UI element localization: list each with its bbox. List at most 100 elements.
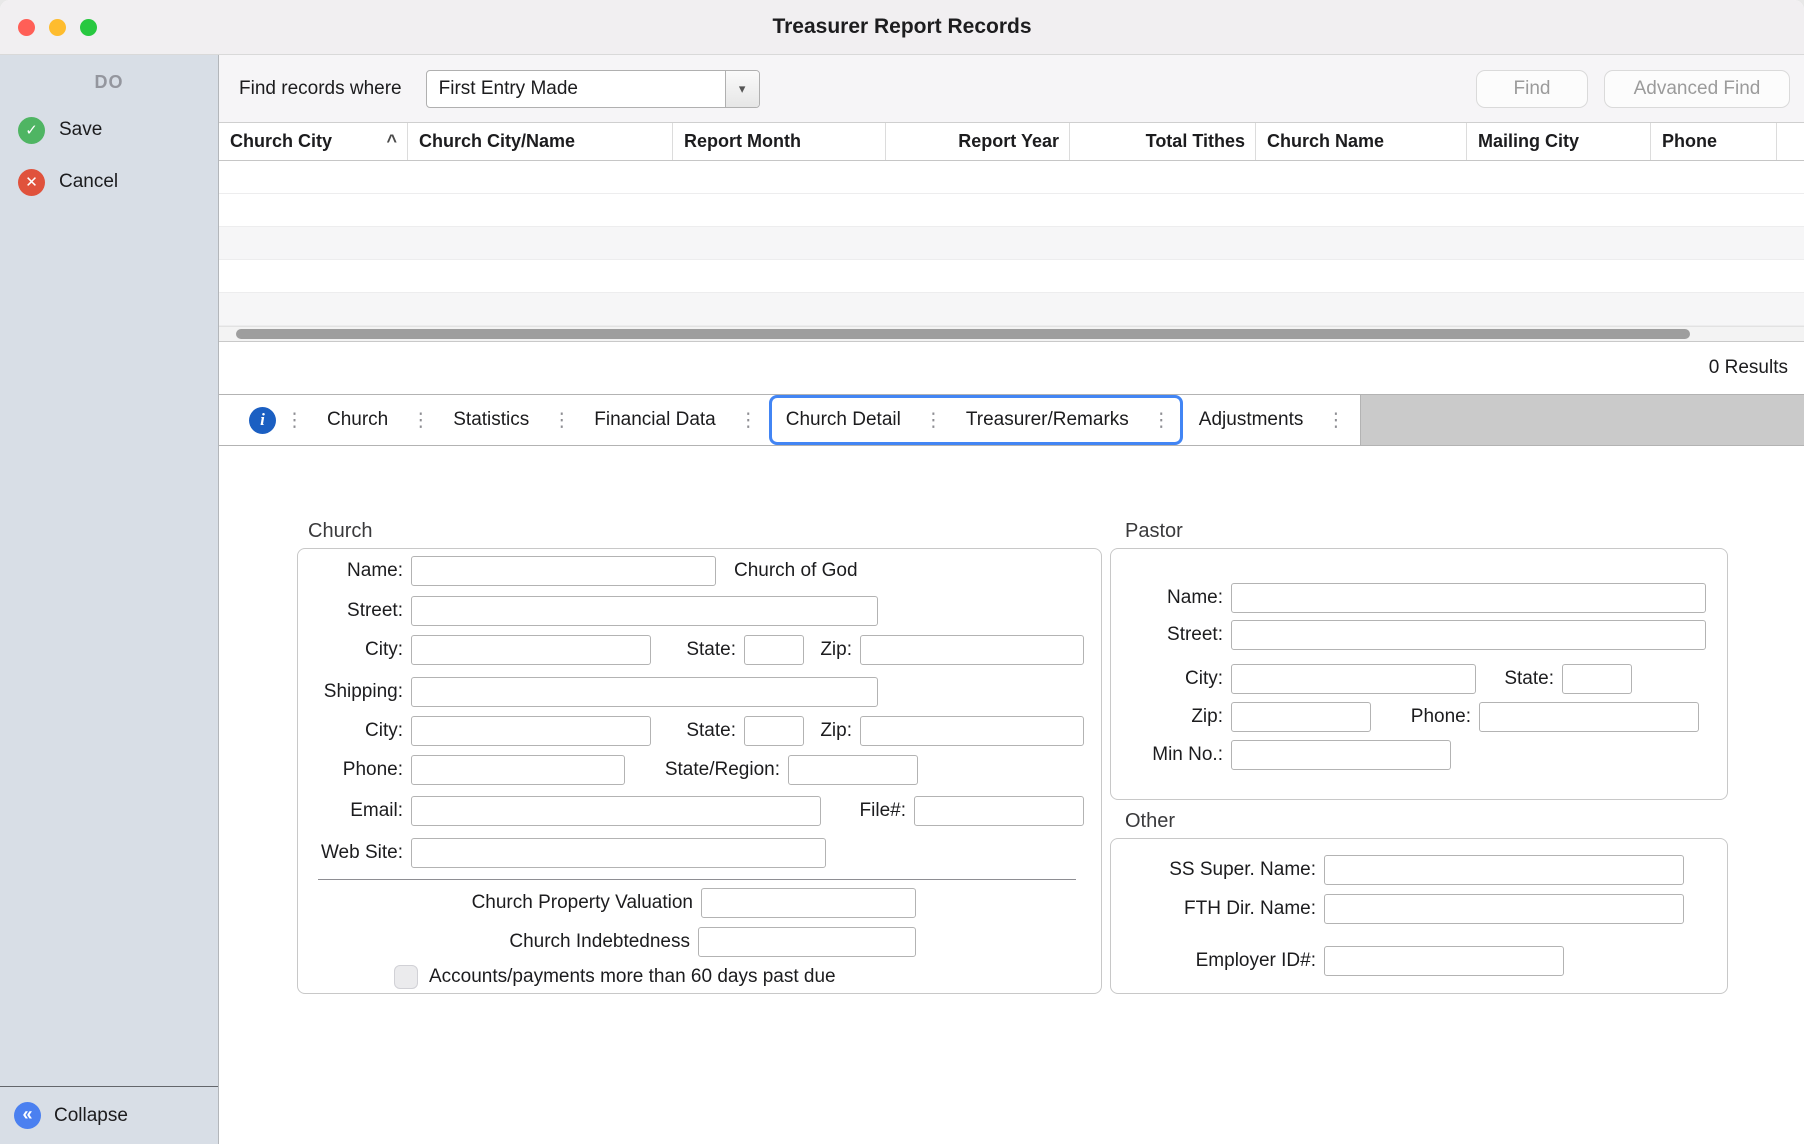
church-name-label: Name: bbox=[298, 560, 403, 582]
cancel-button[interactable]: ✕ Cancel bbox=[0, 167, 218, 197]
ss-super-name-label: SS Super. Name: bbox=[1111, 859, 1316, 881]
pastor-phone-input[interactable] bbox=[1479, 702, 1699, 732]
website-label: Web Site: bbox=[298, 842, 403, 864]
vertical-dots-icon: ⋮ bbox=[915, 409, 952, 432]
shipping-state-label: State: bbox=[651, 720, 736, 742]
pastor-city-label: City: bbox=[1111, 668, 1223, 690]
employer-id-input[interactable] bbox=[1324, 946, 1564, 976]
close-button[interactable] bbox=[18, 19, 35, 36]
file-number-label: File#: bbox=[821, 800, 906, 822]
vertical-dots-icon: ⋮ bbox=[1317, 409, 1354, 432]
file-number-input[interactable] bbox=[914, 796, 1084, 826]
horizontal-scrollbar[interactable] bbox=[219, 326, 1804, 342]
column-header-report-year[interactable]: Report Year bbox=[886, 123, 1070, 160]
shipping-city-input[interactable] bbox=[411, 716, 651, 746]
fth-dir-name-input[interactable] bbox=[1324, 894, 1684, 924]
church-name-input[interactable] bbox=[411, 556, 716, 586]
table-header: Church City ^ Church City/Name Report Mo… bbox=[219, 123, 1804, 161]
church-zip-input[interactable] bbox=[860, 635, 1084, 665]
pastor-state-label: State: bbox=[1476, 668, 1554, 690]
column-header-total-tithes[interactable]: Total Tithes bbox=[1070, 123, 1256, 160]
save-check-icon: ✓ bbox=[18, 117, 45, 144]
indebtedness-input[interactable] bbox=[698, 927, 916, 957]
vertical-dots-icon: ⋮ bbox=[402, 409, 439, 432]
tab-treasurer-remarks[interactable]: Treasurer/Remarks bbox=[952, 409, 1143, 431]
tab-bar-filler bbox=[1360, 395, 1804, 445]
sidebar-header: DO bbox=[0, 55, 218, 93]
column-header-mailing-city[interactable]: Mailing City bbox=[1467, 123, 1651, 160]
pastor-phone-label: Phone: bbox=[1371, 706, 1471, 728]
sort-ascending-icon: ^ bbox=[386, 131, 397, 152]
shipping-street-input[interactable] bbox=[411, 677, 878, 707]
column-header-filler bbox=[1777, 123, 1804, 160]
pastor-state-input[interactable] bbox=[1562, 664, 1632, 694]
shipping-zip-input[interactable] bbox=[860, 716, 1084, 746]
main-area: Find records where First Entry Made ▾ Fi… bbox=[219, 55, 1804, 1144]
collapse-chevrons-icon: « bbox=[14, 1102, 41, 1129]
church-email-label: Email: bbox=[298, 800, 403, 822]
shipping-label: Shipping: bbox=[298, 681, 403, 703]
table-row bbox=[219, 194, 1804, 227]
column-header-church-city-name[interactable]: Church City/Name bbox=[408, 123, 673, 160]
shipping-city-label: City: bbox=[298, 720, 403, 742]
church-email-input[interactable] bbox=[411, 796, 821, 826]
collapse-button[interactable]: « Collapse bbox=[0, 1087, 218, 1144]
pastor-name-label: Name: bbox=[1111, 587, 1223, 609]
chevron-down-icon: ▾ bbox=[725, 71, 759, 107]
church-of-god-text: Church of God bbox=[734, 560, 858, 582]
property-valuation-input[interactable] bbox=[701, 888, 916, 918]
tab-bar: i ⋮ Church ⋮ Statistics ⋮ Financial Data… bbox=[219, 394, 1804, 446]
tab-adjustments[interactable]: Adjustments bbox=[1185, 409, 1318, 431]
find-criteria-dropdown[interactable]: First Entry Made ▾ bbox=[426, 70, 760, 108]
table-row bbox=[219, 161, 1804, 194]
ss-super-name-input[interactable] bbox=[1324, 855, 1684, 885]
pastor-street-input[interactable] bbox=[1231, 620, 1706, 650]
column-header-church-name[interactable]: Church Name bbox=[1256, 123, 1467, 160]
table-row bbox=[219, 227, 1804, 260]
other-section-label: Other bbox=[1125, 810, 1175, 833]
past-due-label: Accounts/payments more than 60 days past… bbox=[429, 966, 836, 988]
pastor-section-label: Pastor bbox=[1125, 520, 1183, 543]
dropdown-selected-value: First Entry Made bbox=[427, 78, 725, 100]
table-body bbox=[219, 161, 1804, 326]
church-section-label: Church bbox=[308, 520, 372, 543]
indebtedness-label: Church Indebtedness bbox=[298, 931, 690, 953]
church-street-input[interactable] bbox=[411, 596, 878, 626]
cancel-label: Cancel bbox=[59, 171, 118, 193]
church-phone-input[interactable] bbox=[411, 755, 625, 785]
column-header-report-month[interactable]: Report Month bbox=[673, 123, 886, 160]
state-region-input[interactable] bbox=[788, 755, 918, 785]
find-button[interactable]: Find bbox=[1476, 70, 1588, 108]
column-header-church-city[interactable]: Church City ^ bbox=[219, 123, 408, 160]
advanced-find-button[interactable]: Advanced Find bbox=[1604, 70, 1790, 108]
save-label: Save bbox=[59, 119, 102, 141]
shipping-state-input[interactable] bbox=[744, 716, 804, 746]
scrollbar-thumb[interactable] bbox=[236, 329, 1690, 339]
minimize-button[interactable] bbox=[49, 19, 66, 36]
vertical-dots-icon: ⋮ bbox=[543, 409, 580, 432]
vertical-dots-icon: ⋮ bbox=[276, 409, 313, 432]
pastor-zip-label: Zip: bbox=[1111, 706, 1223, 728]
tab-church-detail[interactable]: Church Detail bbox=[772, 409, 915, 431]
pastor-name-input[interactable] bbox=[1231, 583, 1706, 613]
tab-statistics[interactable]: Statistics bbox=[439, 409, 543, 431]
church-city-input[interactable] bbox=[411, 635, 651, 665]
church-state-input[interactable] bbox=[744, 635, 804, 665]
sidebar: DO ✓ Save ✕ Cancel « Collapse bbox=[0, 55, 219, 1144]
tab-church[interactable]: Church bbox=[313, 409, 402, 431]
tab-financial-data[interactable]: Financial Data bbox=[580, 409, 729, 431]
cancel-x-icon: ✕ bbox=[18, 169, 45, 196]
min-no-input[interactable] bbox=[1231, 740, 1451, 770]
pastor-city-input[interactable] bbox=[1231, 664, 1476, 694]
pastor-zip-input[interactable] bbox=[1231, 702, 1371, 732]
website-input[interactable] bbox=[411, 838, 826, 868]
sidebar-spacer bbox=[0, 197, 218, 1086]
zoom-button[interactable] bbox=[80, 19, 97, 36]
table-row bbox=[219, 260, 1804, 293]
church-street-label: Street: bbox=[298, 600, 403, 622]
column-header-phone[interactable]: Phone bbox=[1651, 123, 1777, 160]
employer-id-label: Employer ID#: bbox=[1111, 950, 1316, 972]
save-button[interactable]: ✓ Save bbox=[0, 115, 218, 145]
info-icon[interactable]: i bbox=[249, 407, 276, 434]
past-due-checkbox[interactable] bbox=[394, 965, 418, 989]
